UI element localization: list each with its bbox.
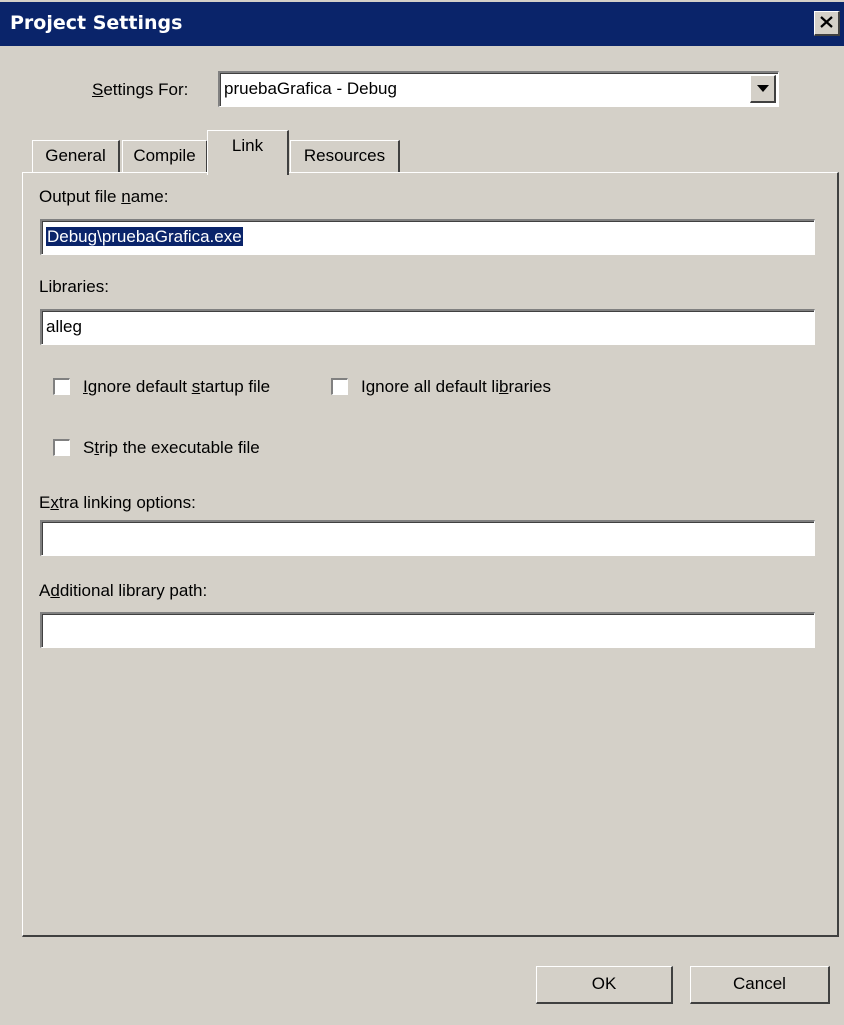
ignore-default-libraries-checkbox[interactable] xyxy=(331,378,348,395)
extra-linking-options-input[interactable] xyxy=(40,520,815,556)
dropdown-arrow-button[interactable] xyxy=(750,75,776,103)
output-file-name-input[interactable]: Debug\pruebaGrafica.exe xyxy=(40,219,815,255)
ignore-startup-file-checkbox[interactable] xyxy=(53,378,70,395)
window-title: Project Settings xyxy=(10,12,183,34)
tab-resources[interactable]: Resources xyxy=(290,140,400,176)
title-bar[interactable]: Project Settings xyxy=(0,2,844,46)
libraries-label: Libraries: xyxy=(39,277,109,296)
libraries-value: alleg xyxy=(46,317,82,336)
settings-for-dropdown[interactable]: pruebaGrafica - Debug xyxy=(218,71,779,107)
libraries-input[interactable]: alleg xyxy=(40,309,815,345)
ignore-startup-file-label: Ignore default startup file xyxy=(83,377,271,396)
additional-library-path-label: Additional library path: xyxy=(39,581,208,600)
output-file-name-value: Debug\pruebaGrafica.exe xyxy=(46,227,243,246)
chevron-down-icon xyxy=(757,85,769,92)
tab-general[interactable]: General xyxy=(32,140,120,176)
cancel-button[interactable]: Cancel xyxy=(690,966,830,1004)
strip-executable-checkbox[interactable] xyxy=(53,439,70,456)
ok-button[interactable]: OK xyxy=(536,966,673,1004)
strip-executable-label: Strip the executable file xyxy=(83,438,260,457)
output-file-name-label: Output file name: xyxy=(39,187,169,206)
settings-for-value: pruebaGrafica - Debug xyxy=(224,79,397,98)
close-icon xyxy=(820,16,833,28)
ignore-default-libraries-label: Ignore all default libraries xyxy=(361,377,551,396)
tab-compile[interactable]: Compile xyxy=(122,140,208,176)
additional-library-path-input[interactable] xyxy=(40,612,815,648)
project-settings-dialog: Project Settings Settings For: pruebaGra… xyxy=(0,0,844,1025)
close-button[interactable] xyxy=(814,11,840,36)
settings-for-label: Settings For: xyxy=(92,80,189,99)
link-tab-panel: Output file name: Debug\pruebaGrafica.ex… xyxy=(22,172,839,937)
tab-link[interactable]: Link xyxy=(207,130,289,175)
extra-linking-options-label: Extra linking options: xyxy=(39,493,196,512)
